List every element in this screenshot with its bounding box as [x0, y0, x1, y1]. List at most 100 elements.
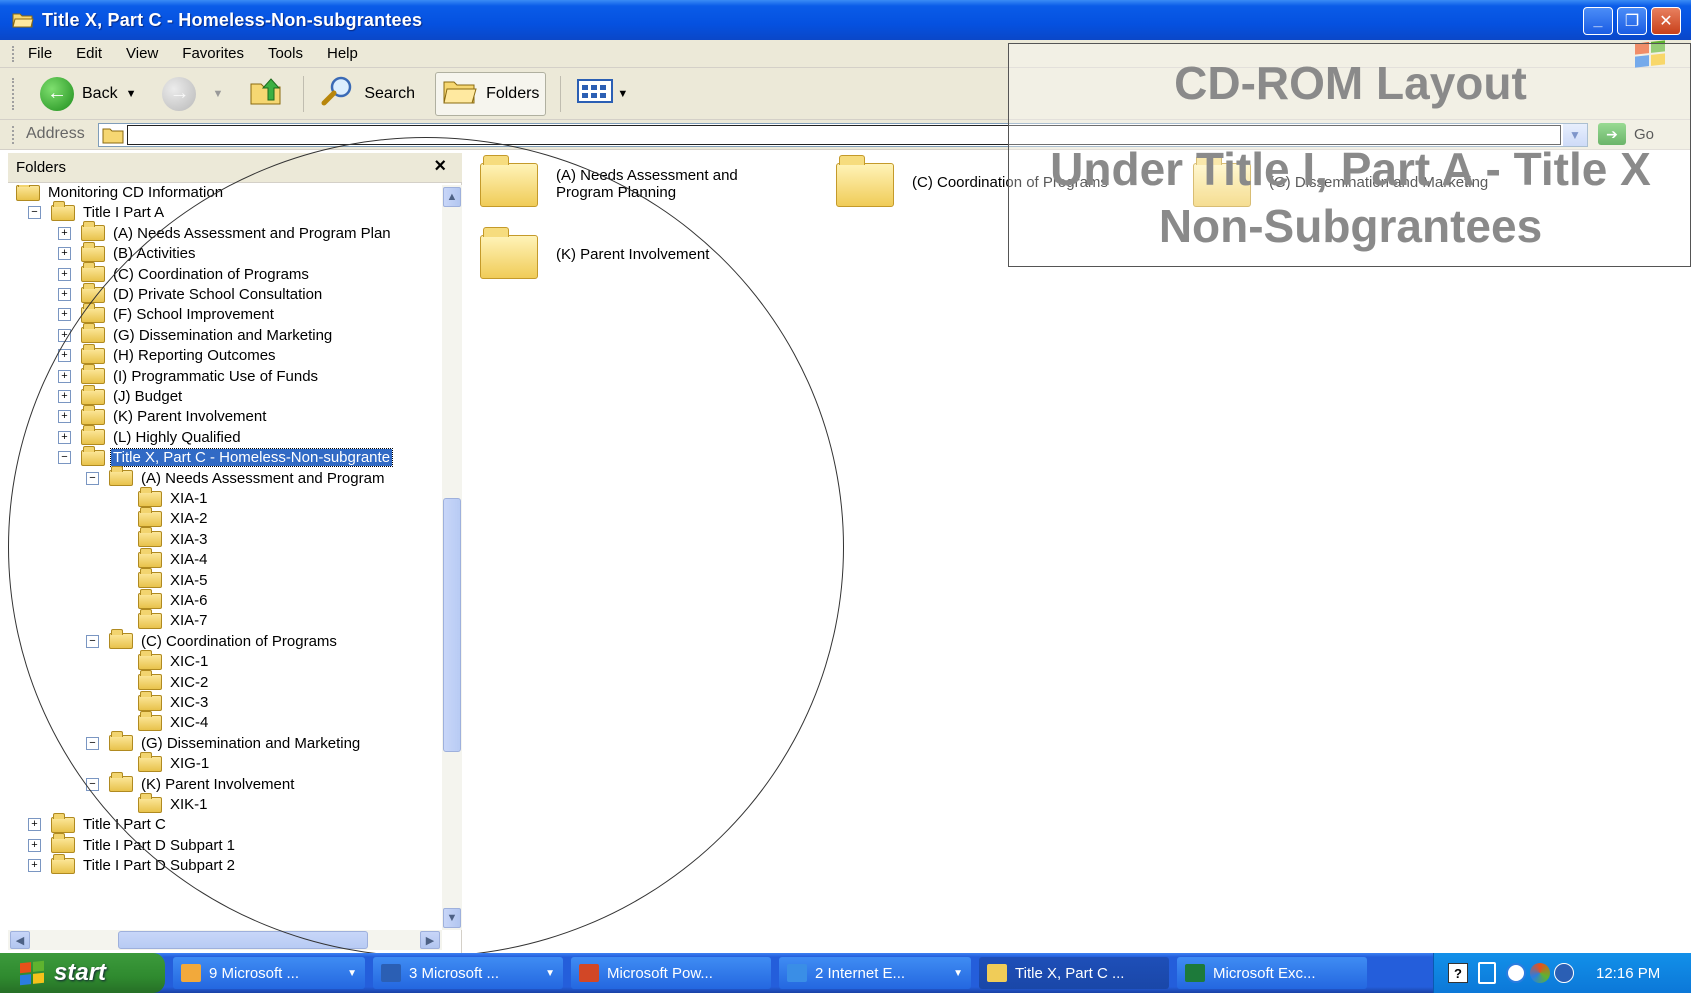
expand-icon[interactable]: + — [58, 349, 71, 363]
scroll-up-icon[interactable]: ▲ — [443, 187, 461, 207]
tray-chevron-icon[interactable] — [1506, 963, 1526, 983]
tree-node[interactable]: + (J) Budget — [58, 384, 184, 407]
tree-node[interactable]: − (A) Needs Assessment and Program — [86, 466, 386, 489]
tree-node[interactable]: XIK-1 — [138, 792, 210, 815]
tree-node[interactable]: XIA-2 — [138, 506, 210, 529]
menu-view[interactable]: View — [126, 45, 158, 62]
expand-icon[interactable]: + — [58, 430, 71, 444]
taskbar-button[interactable]: 3 Microsoft ... ▼ — [373, 957, 563, 989]
expand-icon[interactable]: + — [28, 818, 41, 832]
menu-file[interactable]: File — [28, 45, 52, 62]
expand-icon[interactable]: + — [58, 410, 71, 424]
folders-button[interactable]: Folders — [435, 71, 547, 116]
scroll-right-icon[interactable]: ▶ — [420, 931, 440, 949]
scroll-down-icon[interactable]: ▼ — [443, 908, 461, 928]
chevron-down-icon[interactable]: ▼ — [126, 88, 137, 100]
expand-icon[interactable]: + — [58, 369, 71, 383]
tree-node[interactable]: + Title I Part D Subpart 1 — [28, 833, 237, 856]
tree-node[interactable]: XIA-7 — [138, 608, 210, 631]
scroll-left-icon[interactable]: ◀ — [10, 931, 30, 949]
expand-icon[interactable]: + — [58, 267, 71, 281]
folder-item[interactable]: (A) Needs Assessment and Program Plannin… — [480, 155, 786, 207]
tree-node[interactable]: + Title I Part D Subpart 2 — [28, 853, 237, 876]
tree-node[interactable]: XIA-5 — [138, 568, 210, 591]
tree-node[interactable]: + Title I Part C — [28, 812, 168, 835]
tree-node[interactable]: XIC-3 — [138, 690, 210, 713]
tree-node[interactable]: XIA-4 — [138, 547, 210, 570]
taskbar-button[interactable]: Microsoft Exc... — [1177, 957, 1367, 989]
menu-tools[interactable]: Tools — [268, 45, 303, 62]
window-titlebar[interactable]: Title X, Part C - Homeless-Non-subgrante… — [0, 0, 1691, 40]
tree-node[interactable]: + (K) Parent Involvement — [58, 404, 268, 427]
expand-icon[interactable]: + — [28, 859, 41, 873]
tree-node[interactable]: + (A) Needs Assessment and Program Plan — [58, 221, 393, 244]
taskbar-button[interactable]: Title X, Part C ... — [979, 957, 1169, 989]
chevron-down-icon[interactable]: ▼ — [212, 88, 223, 100]
forward-button[interactable]: → ▼ — [156, 72, 229, 116]
scrollbar-thumb[interactable] — [443, 498, 461, 752]
minimize-button[interactable]: _ — [1583, 7, 1613, 35]
tray-monitor-icon[interactable] — [1554, 963, 1574, 983]
taskbar-button[interactable]: Microsoft Pow... — [571, 957, 771, 989]
folder-item[interactable]: (K) Parent Involvement — [480, 227, 786, 279]
views-button[interactable]: ▼ — [571, 72, 634, 116]
tree-node[interactable]: + (G) Dissemination and Marketing — [58, 323, 334, 346]
taskbar-button[interactable]: 2 Internet E... ▼ — [779, 957, 971, 989]
collapse-icon[interactable]: − — [58, 451, 71, 465]
collapse-icon[interactable]: − — [86, 777, 99, 791]
expand-icon[interactable]: + — [58, 226, 71, 240]
menu-edit[interactable]: Edit — [76, 45, 102, 62]
tree-node[interactable]: − (K) Parent Involvement — [86, 772, 296, 795]
expand-icon[interactable]: + — [58, 288, 71, 301]
tree-node[interactable]: + (C) Coordination of Programs — [58, 262, 311, 285]
close-button[interactable]: ✕ — [1651, 7, 1681, 35]
tree-node[interactable]: XIC-4 — [138, 710, 210, 733]
tree-node[interactable]: − Title I Part A — [28, 200, 166, 223]
expand-icon[interactable]: + — [58, 328, 71, 342]
up-folder-button[interactable] — [243, 72, 289, 116]
tree-node[interactable]: + (B) Activities — [58, 241, 198, 264]
help-icon[interactable]: ? — [1448, 963, 1468, 983]
expand-icon[interactable]: + — [58, 308, 71, 322]
tray-app-icon[interactable] — [1530, 963, 1550, 983]
collapse-icon[interactable]: − — [28, 206, 41, 220]
clock[interactable]: 12:16 PM — [1596, 965, 1660, 982]
tree-node[interactable]: + (D) Private School Consultation — [58, 282, 324, 305]
close-icon[interactable]: × — [434, 155, 446, 178]
collapse-icon[interactable]: − — [86, 471, 99, 485]
tree-node[interactable]: − Title X, Part C - Homeless-Non-subgrant… — [58, 445, 394, 468]
menu-favorites[interactable]: Favorites — [182, 45, 244, 62]
folder-tree[interactable]: Monitoring CD Information − Title I Part A… — [8, 185, 442, 930]
toolbar-grip[interactable] — [12, 126, 15, 144]
expand-icon[interactable]: + — [58, 390, 71, 403]
tree-node[interactable]: XIA-6 — [138, 588, 210, 611]
expand-icon[interactable]: + — [58, 247, 71, 261]
tree-node[interactable]: XIA-1 — [138, 486, 210, 509]
tree-node[interactable]: − (G) Dissemination and Marketing — [86, 731, 362, 754]
tree-node[interactable]: XIG-1 — [138, 751, 211, 774]
collapse-icon[interactable]: − — [86, 736, 99, 750]
tree-node[interactable]: − (C) Coordination of Programs — [86, 629, 339, 652]
toolbar-grip[interactable] — [12, 78, 15, 110]
tree-node[interactable]: XIA-3 — [138, 527, 210, 550]
tree-node[interactable]: XIC-1 — [138, 649, 210, 672]
tree-node[interactable]: + (I) Programmatic Use of Funds — [58, 364, 320, 387]
tree-node[interactable]: Monitoring CD Information — [8, 185, 225, 203]
taskbar-button[interactable]: 9 Microsoft ... ▼ — [173, 957, 365, 989]
chevron-down-icon[interactable]: ▼ — [617, 88, 628, 100]
network-icon[interactable] — [1478, 962, 1496, 984]
vertical-scrollbar[interactable]: ▲ ▼ — [442, 185, 462, 930]
tree-node[interactable]: + (H) Reporting Outcomes — [58, 343, 278, 366]
toolbar-grip[interactable] — [12, 46, 15, 62]
search-button[interactable]: Search — [314, 72, 421, 116]
menu-help[interactable]: Help — [327, 45, 358, 62]
tree-node[interactable]: + (F) School Improvement — [58, 302, 276, 325]
start-button[interactable]: start — [0, 953, 165, 993]
tree-node[interactable]: XIC-2 — [138, 670, 210, 693]
back-button[interactable]: ← Back ▼ — [34, 72, 142, 116]
scrollbar-thumb[interactable] — [118, 931, 368, 949]
tree-node[interactable]: + (L) Highly Qualified — [58, 425, 243, 448]
restore-button[interactable]: ❐ — [1617, 7, 1647, 35]
collapse-icon[interactable]: − — [86, 634, 99, 648]
horizontal-scrollbar[interactable]: ◀ ▶ — [8, 930, 442, 950]
